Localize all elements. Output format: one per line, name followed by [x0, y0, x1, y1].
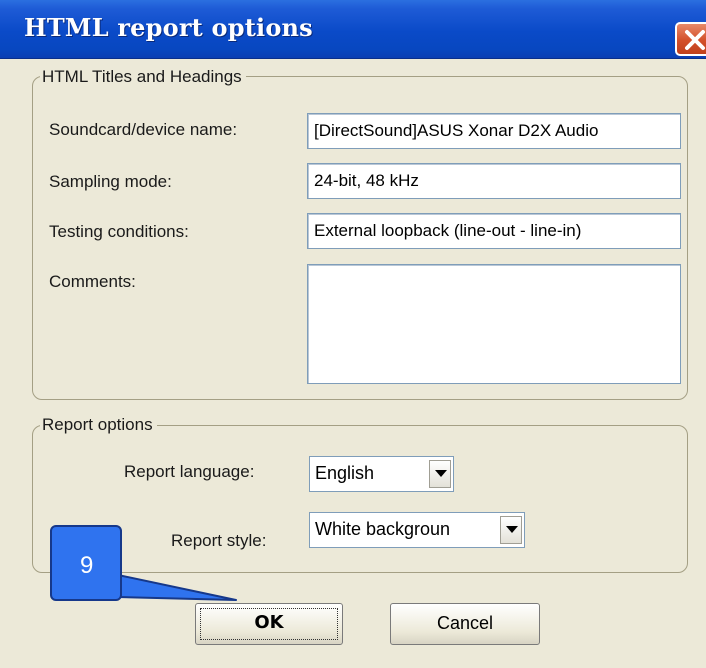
- report-style-label: Report style:: [171, 531, 267, 550]
- cancel-button[interactable]: Cancel: [390, 603, 540, 645]
- close-button[interactable]: [675, 22, 706, 56]
- ok-button[interactable]: OK: [195, 603, 343, 645]
- titles-headings-legend: HTML Titles and Headings: [40, 67, 246, 87]
- report-options-group: [32, 425, 688, 573]
- step-number: 9: [80, 552, 94, 579]
- report-language-value: English: [315, 463, 375, 483]
- report-style-select[interactable]: White backgroun: [309, 512, 525, 548]
- report-style-dropdown-button[interactable]: [500, 516, 522, 544]
- step-callout: 9: [50, 525, 122, 601]
- dialog-title: HTML report options: [24, 13, 313, 42]
- testing-conditions-label: Testing conditions:: [49, 222, 189, 241]
- report-options-legend: Report options: [40, 415, 157, 435]
- chevron-down-icon: [435, 470, 447, 477]
- report-style-value: White backgroun: [315, 519, 451, 539]
- soundcard-label: Soundcard/device name:: [49, 120, 238, 139]
- close-icon: [685, 30, 705, 50]
- report-language-label: Report language:: [124, 462, 255, 481]
- ok-button-label: OK: [254, 612, 284, 633]
- sampling-mode-label: Sampling mode:: [49, 172, 172, 191]
- soundcard-input[interactable]: [DirectSound]ASUS Xonar D2X Audio: [307, 113, 681, 149]
- testing-conditions-input[interactable]: External loopback (line-out - line-in): [307, 213, 681, 249]
- chevron-down-icon: [506, 526, 518, 533]
- comments-label: Comments:: [49, 272, 136, 291]
- report-language-select[interactable]: English: [309, 456, 454, 492]
- report-options-dialog: HTML report options HTML Titles and Head…: [0, 0, 706, 668]
- report-language-dropdown-button[interactable]: [429, 460, 451, 488]
- sampling-mode-input[interactable]: 24-bit, 48 kHz: [307, 163, 681, 199]
- title-bar[interactable]: HTML report options: [0, 0, 706, 59]
- cancel-button-label: Cancel: [436, 613, 494, 633]
- comments-textarea[interactable]: [307, 264, 681, 384]
